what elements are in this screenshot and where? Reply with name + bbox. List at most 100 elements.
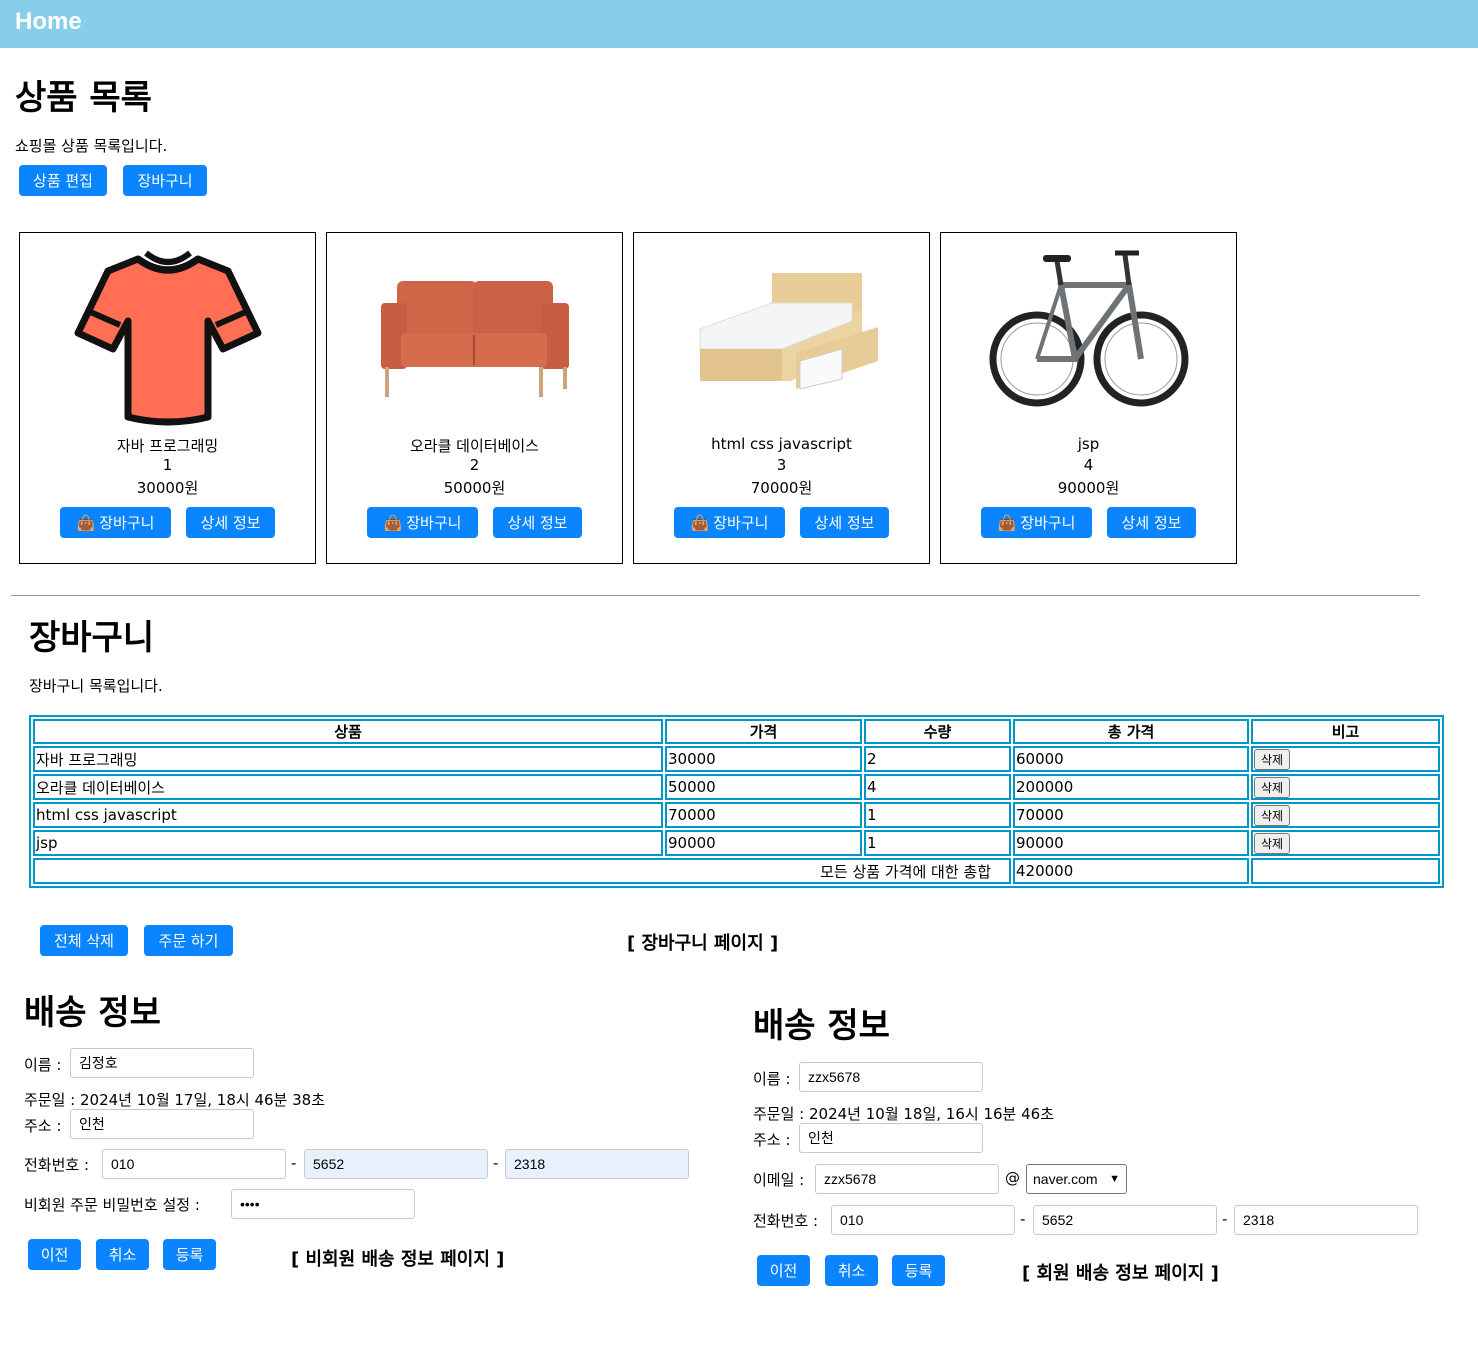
delete-item-button[interactable]: 삭제 bbox=[1254, 804, 1291, 826]
column-header: 비고 bbox=[1251, 719, 1440, 744]
member-prev-button[interactable]: 이전 bbox=[757, 1255, 810, 1286]
email-domain-select[interactable]: naver.com ▼ bbox=[1026, 1164, 1127, 1194]
product-card: html css javascript 3 70000원 👜 장바구니 상세 정보 bbox=[633, 232, 930, 564]
dash-separator: - bbox=[291, 1154, 297, 1172]
member-phone1-input[interactable]: 010 bbox=[831, 1205, 1015, 1235]
detail-button[interactable]: 상세 정보 bbox=[493, 507, 582, 538]
add-to-cart-button[interactable]: 👜 장바구니 bbox=[367, 507, 478, 538]
products-subtitle: 쇼핑몰 상품 목록입니다. bbox=[15, 137, 168, 155]
product-price: 70000원 bbox=[750, 479, 813, 497]
guest-phone-label: 전화번호 : bbox=[24, 1156, 90, 1174]
add-to-cart-button[interactable]: 👜 장바구니 bbox=[981, 507, 1092, 538]
cart-title: 장바구니 bbox=[29, 618, 155, 658]
guest-name-input[interactable]: 김정호 bbox=[70, 1048, 254, 1078]
dash-separator: - bbox=[493, 1154, 499, 1172]
product-card: 자바 프로그래밍 1 30000원 👜 장바구니 상세 정보 bbox=[19, 232, 316, 564]
detail-button[interactable]: 상세 정보 bbox=[186, 507, 275, 538]
cart-table: 상품 가격 수량 총 가격 비고 자바 프로그래밍 30000 2 60000 … bbox=[29, 715, 1444, 888]
delete-item-button[interactable]: 삭제 bbox=[1254, 832, 1291, 854]
sofa-image bbox=[381, 281, 569, 397]
member-phone-label: 전화번호 : bbox=[753, 1212, 819, 1230]
sum-empty-cell bbox=[1251, 858, 1440, 884]
bag-icon: 👜 bbox=[997, 513, 1017, 532]
cell-action: 삭제 bbox=[1251, 746, 1440, 772]
table-row: 오라클 데이터베이스 50000 4 200000 삭제 bbox=[33, 774, 1440, 800]
bicycle-image bbox=[989, 250, 1189, 407]
cell-price: 70000 bbox=[665, 802, 862, 828]
order-button[interactable]: 주문 하기 bbox=[144, 925, 233, 956]
member-shipping-title: 배송 정보 bbox=[753, 1006, 890, 1046]
product-name: 오라클 데이터베이스 bbox=[410, 437, 539, 455]
column-header: 상품 bbox=[33, 719, 663, 744]
member-name-input[interactable]: zzx5678 bbox=[799, 1062, 983, 1092]
column-header: 가격 bbox=[665, 719, 862, 744]
guest-prev-button[interactable]: 이전 bbox=[28, 1239, 81, 1270]
tshirt-image bbox=[74, 250, 262, 426]
cell-price: 90000 bbox=[665, 830, 862, 856]
product-price: 50000원 bbox=[443, 479, 506, 497]
table-row: jsp 90000 1 90000 삭제 bbox=[33, 830, 1440, 856]
member-address-label: 주소 : bbox=[753, 1131, 791, 1149]
product-card: jsp 4 90000원 👜 장바구니 상세 정보 bbox=[940, 232, 1237, 564]
guest-phone3-input[interactable]: 2318 bbox=[505, 1149, 689, 1179]
cell-product: html css javascript bbox=[33, 802, 663, 828]
home-link[interactable]: Home bbox=[15, 8, 82, 36]
product-id: 2 bbox=[469, 456, 480, 474]
cell-total: 60000 bbox=[1013, 746, 1249, 772]
cell-price: 30000 bbox=[665, 746, 862, 772]
column-header: 총 가격 bbox=[1013, 719, 1249, 744]
product-id: 4 bbox=[1083, 456, 1094, 474]
product-name: html css javascript bbox=[711, 435, 852, 453]
product-name: 자바 프로그래밍 bbox=[116, 437, 219, 455]
member-page-caption: [ 회원 배송 정보 페이지 ] bbox=[1022, 1263, 1219, 1284]
delete-item-button[interactable]: 삭제 bbox=[1254, 748, 1291, 770]
cell-qty: 1 bbox=[864, 830, 1011, 856]
bag-icon: 👜 bbox=[690, 513, 710, 532]
member-cancel-button[interactable]: 취소 bbox=[825, 1255, 878, 1286]
product-id: 3 bbox=[776, 456, 787, 474]
cell-qty: 1 bbox=[864, 802, 1011, 828]
member-email-input[interactable]: zzx5678 bbox=[815, 1164, 999, 1194]
chevron-down-icon: ▼ bbox=[1109, 1173, 1120, 1185]
member-register-button[interactable]: 등록 bbox=[892, 1255, 945, 1286]
cart-subtitle: 장바구니 목록입니다. bbox=[29, 677, 163, 695]
cell-total: 70000 bbox=[1013, 802, 1249, 828]
cell-qty: 2 bbox=[864, 746, 1011, 772]
guest-name-label: 이름 : bbox=[24, 1056, 62, 1074]
guest-register-button[interactable]: 등록 bbox=[163, 1239, 216, 1270]
guest-phone2-input[interactable]: 5652 bbox=[304, 1149, 488, 1179]
detail-button[interactable]: 상세 정보 bbox=[1107, 507, 1196, 538]
detail-button[interactable]: 상세 정보 bbox=[800, 507, 889, 538]
edit-products-button[interactable]: 상품 편집 bbox=[19, 165, 107, 196]
table-row: 자바 프로그래밍 30000 2 60000 삭제 bbox=[33, 746, 1440, 772]
cell-product: jsp bbox=[33, 830, 663, 856]
column-header: 수량 bbox=[864, 719, 1011, 744]
member-phone3-input[interactable]: 2318 bbox=[1234, 1205, 1418, 1235]
member-order-date: 주문일 : 2024년 10월 18일, 16시 16분 46초 bbox=[753, 1105, 1055, 1123]
cell-qty: 4 bbox=[864, 774, 1011, 800]
member-address-input[interactable]: 인천 bbox=[799, 1123, 983, 1153]
delete-item-button[interactable]: 삭제 bbox=[1254, 776, 1291, 798]
guest-password-input[interactable]: •••• bbox=[231, 1189, 415, 1219]
at-sign: @ bbox=[1005, 1169, 1020, 1187]
delete-all-button[interactable]: 전체 삭제 bbox=[40, 925, 128, 956]
cart-page-caption: [ 장바구니 페이지 ] bbox=[627, 933, 779, 954]
top-navbar bbox=[0, 0, 1478, 48]
bag-icon: 👜 bbox=[76, 513, 96, 532]
email-domain-value: naver.com bbox=[1033, 1171, 1098, 1187]
guest-password-label: 비회원 주문 비밀번호 설정 : bbox=[24, 1196, 200, 1214]
table-sum-row: 모든 상품 가격에 대한 총합 420000 bbox=[33, 858, 1440, 884]
add-to-cart-button[interactable]: 👜 장바구니 bbox=[60, 507, 171, 538]
add-to-cart-button[interactable]: 👜 장바구니 bbox=[674, 507, 785, 538]
cell-action: 삭제 bbox=[1251, 802, 1440, 828]
guest-shipping-title: 배송 정보 bbox=[24, 993, 161, 1033]
go-cart-button[interactable]: 장바구니 bbox=[123, 165, 207, 196]
product-price: 90000원 bbox=[1057, 479, 1120, 497]
cell-price: 50000 bbox=[665, 774, 862, 800]
member-email-label: 이메일 : bbox=[753, 1171, 805, 1189]
guest-page-caption: [ 비회원 배송 정보 페이지 ] bbox=[291, 1249, 505, 1270]
member-phone2-input[interactable]: 5652 bbox=[1033, 1205, 1217, 1235]
guest-address-input[interactable]: 인천 bbox=[70, 1109, 254, 1139]
guest-cancel-button[interactable]: 취소 bbox=[96, 1239, 149, 1270]
guest-phone1-input[interactable]: 010 bbox=[102, 1149, 286, 1179]
